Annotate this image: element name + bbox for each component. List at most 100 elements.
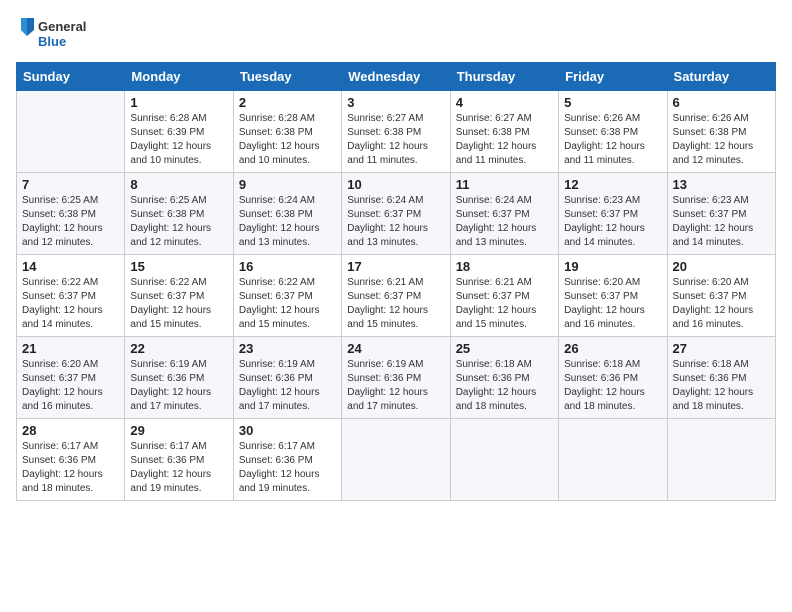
week-row-3: 14 Sunrise: 6:22 AMSunset: 6:37 PMDayligh… (17, 255, 776, 337)
logo-svg: General Blue (16, 16, 96, 52)
calendar-cell: 14 Sunrise: 6:22 AMSunset: 6:37 PMDayligh… (17, 255, 125, 337)
day-number: 24 (347, 341, 444, 356)
logo: General Blue (16, 16, 96, 52)
svg-text:General: General (38, 19, 86, 34)
calendar-cell: 19Sunrise: 6:20 AMSunset: 6:37 PMDayligh… (559, 255, 667, 337)
calendar-cell: 26 Sunrise: 6:18 AMSunset: 6:36 PMDayligh… (559, 337, 667, 419)
calendar-cell (559, 419, 667, 501)
calendar-cell: 5 Sunrise: 6:26 AMSunset: 6:38 PMDaylight… (559, 91, 667, 173)
weekday-header-row: SundayMondayTuesdayWednesdayThursdayFrid… (17, 63, 776, 91)
day-number: 2 (239, 95, 336, 110)
day-info: Sunrise: 6:19 AMSunset: 6:36 PMDaylight:… (130, 358, 227, 414)
day-number: 25 (456, 341, 553, 356)
week-row-1: 1Sunrise: 6:28 AMSunset: 6:39 PMDaylight… (17, 91, 776, 173)
calendar-cell: 18 Sunrise: 6:21 AMSunset: 6:37 PMDayligh… (450, 255, 558, 337)
weekday-header-thursday: Thursday (450, 63, 558, 91)
weekday-header-sunday: Sunday (17, 63, 125, 91)
calendar-cell: 16 Sunrise: 6:22 AMSunset: 6:37 PMDayligh… (233, 255, 341, 337)
weekday-header-monday: Monday (125, 63, 233, 91)
day-number: 27 (673, 341, 770, 356)
day-info: Sunrise: 6:20 AMSunset: 6:37 PMDaylight:… (673, 276, 770, 332)
calendar-cell: 17 Sunrise: 6:21 AMSunset: 6:37 PMDayligh… (342, 255, 450, 337)
calendar-cell: 27 Sunrise: 6:18 AMSunset: 6:36 PMDayligh… (667, 337, 775, 419)
page-header: General Blue (16, 16, 776, 52)
day-number: 7 (22, 177, 119, 192)
day-info: Sunrise: 6:17 AMSunset: 6:36 PMDaylight:… (130, 440, 227, 496)
day-number: 28 (22, 423, 119, 438)
day-number: 9 (239, 177, 336, 192)
day-info: Sunrise: 6:20 AMSunset: 6:37 PMDaylight:… (564, 276, 661, 332)
day-info: Sunrise: 6:18 AMSunset: 6:36 PMDaylight:… (564, 358, 661, 414)
calendar-cell: 4Sunrise: 6:27 AMSunset: 6:38 PMDaylight… (450, 91, 558, 173)
calendar-cell: 13 Sunrise: 6:23 AMSunset: 6:37 PMDayligh… (667, 173, 775, 255)
weekday-header-tuesday: Tuesday (233, 63, 341, 91)
day-info: Sunrise: 6:24 AMSunset: 6:37 PMDaylight:… (347, 194, 444, 250)
weekday-header-saturday: Saturday (667, 63, 775, 91)
day-info: Sunrise: 6:18 AMSunset: 6:36 PMDaylight:… (456, 358, 553, 414)
day-info: Sunrise: 6:22 AMSunset: 6:37 PMDaylight:… (22, 276, 119, 332)
week-row-2: 7Sunrise: 6:25 AMSunset: 6:38 PMDaylight… (17, 173, 776, 255)
day-info: Sunrise: 6:27 AMSunset: 6:38 PMDaylight:… (347, 112, 444, 168)
calendar-cell: 15Sunrise: 6:22 AMSunset: 6:37 PMDayligh… (125, 255, 233, 337)
day-info: Sunrise: 6:22 AMSunset: 6:37 PMDaylight:… (239, 276, 336, 332)
day-number: 20 (673, 259, 770, 274)
day-number: 12 (564, 177, 661, 192)
day-number: 23 (239, 341, 336, 356)
day-number: 10 (347, 177, 444, 192)
day-number: 4 (456, 95, 553, 110)
day-number: 14 (22, 259, 119, 274)
calendar-cell: 3 Sunrise: 6:27 AMSunset: 6:38 PMDaylight… (342, 91, 450, 173)
calendar-cell: 20 Sunrise: 6:20 AMSunset: 6:37 PMDayligh… (667, 255, 775, 337)
day-number: 29 (130, 423, 227, 438)
calendar-cell: 8Sunrise: 6:25 AMSunset: 6:38 PMDaylight… (125, 173, 233, 255)
day-info: Sunrise: 6:24 AMSunset: 6:37 PMDaylight:… (456, 194, 553, 250)
day-info: Sunrise: 6:20 AMSunset: 6:37 PMDaylight:… (22, 358, 119, 414)
day-info: Sunrise: 6:28 AMSunset: 6:38 PMDaylight:… (239, 112, 336, 168)
day-number: 5 (564, 95, 661, 110)
calendar-cell: 21 Sunrise: 6:20 AMSunset: 6:37 PMDayligh… (17, 337, 125, 419)
calendar-cell: 28 Sunrise: 6:17 AMSunset: 6:36 PMDayligh… (17, 419, 125, 501)
day-number: 3 (347, 95, 444, 110)
calendar-cell: 11Sunrise: 6:24 AMSunset: 6:37 PMDayligh… (450, 173, 558, 255)
day-number: 13 (673, 177, 770, 192)
day-number: 18 (456, 259, 553, 274)
day-info: Sunrise: 6:26 AMSunset: 6:38 PMDaylight:… (673, 112, 770, 168)
day-number: 26 (564, 341, 661, 356)
calendar-cell: 30 Sunrise: 6:17 AMSunset: 6:36 PMDayligh… (233, 419, 341, 501)
week-row-5: 28 Sunrise: 6:17 AMSunset: 6:36 PMDayligh… (17, 419, 776, 501)
day-number: 17 (347, 259, 444, 274)
day-info: Sunrise: 6:28 AMSunset: 6:39 PMDaylight:… (130, 112, 227, 168)
day-info: Sunrise: 6:21 AMSunset: 6:37 PMDaylight:… (347, 276, 444, 332)
day-info: Sunrise: 6:23 AMSunset: 6:37 PMDaylight:… (673, 194, 770, 250)
day-info: Sunrise: 6:17 AMSunset: 6:36 PMDaylight:… (239, 440, 336, 496)
calendar-cell: 1Sunrise: 6:28 AMSunset: 6:39 PMDaylight… (125, 91, 233, 173)
calendar-cell: 22Sunrise: 6:19 AMSunset: 6:36 PMDayligh… (125, 337, 233, 419)
calendar-cell: 24 Sunrise: 6:19 AMSunset: 6:36 PMDayligh… (342, 337, 450, 419)
day-info: Sunrise: 6:19 AMSunset: 6:36 PMDaylight:… (239, 358, 336, 414)
calendar-cell (450, 419, 558, 501)
day-info: Sunrise: 6:18 AMSunset: 6:36 PMDaylight:… (673, 358, 770, 414)
calendar-cell (667, 419, 775, 501)
calendar-cell: 6 Sunrise: 6:26 AMSunset: 6:38 PMDaylight… (667, 91, 775, 173)
calendar-table: SundayMondayTuesdayWednesdayThursdayFrid… (16, 62, 776, 501)
day-info: Sunrise: 6:17 AMSunset: 6:36 PMDaylight:… (22, 440, 119, 496)
calendar-cell: 25 Sunrise: 6:18 AMSunset: 6:36 PMDayligh… (450, 337, 558, 419)
calendar-cell (342, 419, 450, 501)
day-number: 21 (22, 341, 119, 356)
day-info: Sunrise: 6:19 AMSunset: 6:36 PMDaylight:… (347, 358, 444, 414)
calendar-cell: 10 Sunrise: 6:24 AMSunset: 6:37 PMDayligh… (342, 173, 450, 255)
day-info: Sunrise: 6:23 AMSunset: 6:37 PMDaylight:… (564, 194, 661, 250)
calendar-cell: 2 Sunrise: 6:28 AMSunset: 6:38 PMDaylight… (233, 91, 341, 173)
calendar-cell: 12 Sunrise: 6:23 AMSunset: 6:37 PMDayligh… (559, 173, 667, 255)
day-info: Sunrise: 6:21 AMSunset: 6:37 PMDaylight:… (456, 276, 553, 332)
day-number: 15 (130, 259, 227, 274)
day-number: 8 (130, 177, 227, 192)
calendar-cell: 7Sunrise: 6:25 AMSunset: 6:38 PMDaylight… (17, 173, 125, 255)
day-info: Sunrise: 6:26 AMSunset: 6:38 PMDaylight:… (564, 112, 661, 168)
calendar-cell: 9 Sunrise: 6:24 AMSunset: 6:38 PMDaylight… (233, 173, 341, 255)
day-number: 16 (239, 259, 336, 274)
day-info: Sunrise: 6:24 AMSunset: 6:38 PMDaylight:… (239, 194, 336, 250)
day-number: 6 (673, 95, 770, 110)
day-number: 30 (239, 423, 336, 438)
svg-text:Blue: Blue (38, 34, 66, 49)
